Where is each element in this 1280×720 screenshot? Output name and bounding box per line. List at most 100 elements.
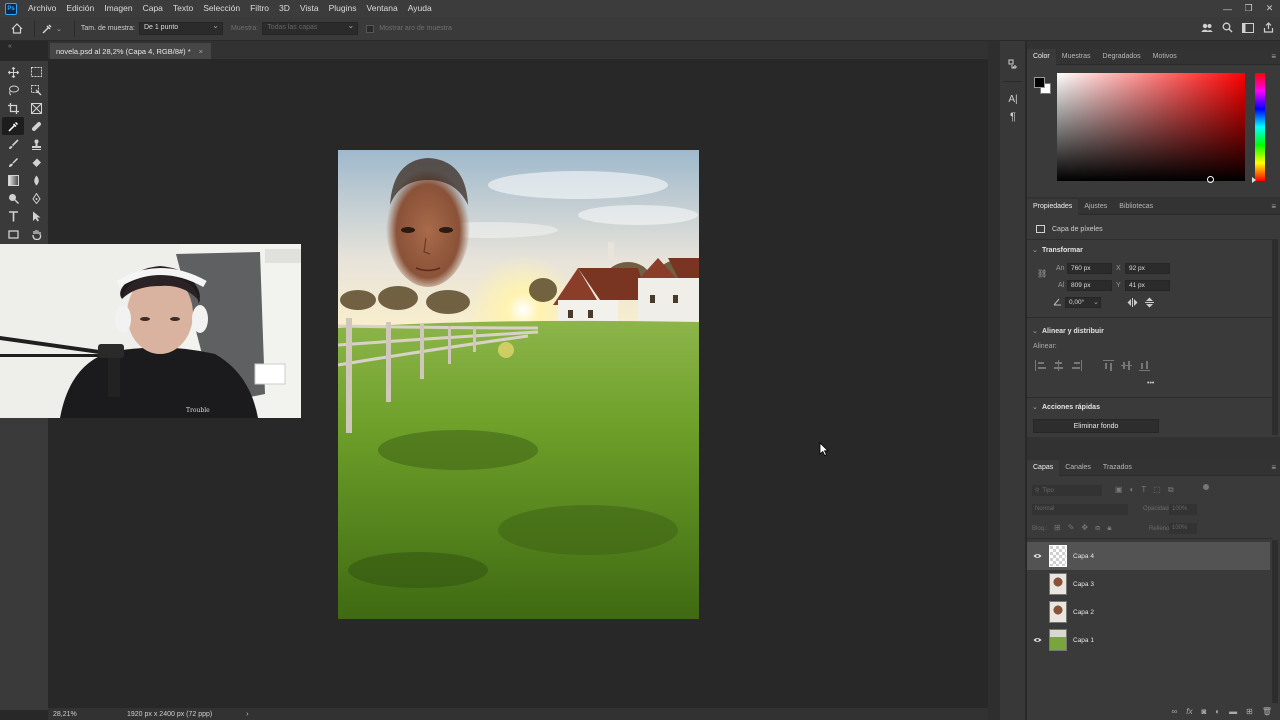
layer-style-icon[interactable]: fx [1186,707,1192,716]
opacity-field[interactable]: 100% [1169,504,1197,515]
lock-image-icon[interactable]: ✎ [1068,523,1075,533]
frame-tool-icon[interactable] [25,99,47,117]
dodge-tool-icon[interactable] [2,189,24,207]
visibility-eye-icon[interactable] [1027,553,1047,559]
clone-stamp-tool-icon[interactable] [25,135,47,153]
tab-canales[interactable]: Canales [1059,460,1097,476]
filter-toggle-icon[interactable] [1203,484,1209,490]
layer-name[interactable]: Capa 3 [1073,581,1094,588]
filter-pixel-icon[interactable]: ▣ [1115,485,1123,495]
layer-name[interactable]: Capa 1 [1073,637,1094,644]
filter-shape-icon[interactable]: ⬚ [1153,485,1161,495]
filter-adjustment-icon[interactable]: ◐ [1130,485,1135,495]
align-top-edges-icon[interactable] [1103,360,1114,371]
chevron-down-icon[interactable]: ⌄ [1093,298,1099,306]
menu-texto[interactable]: Texto [168,0,198,17]
hue-slider-handle[interactable] [1252,177,1256,183]
lock-artboard-icon[interactable]: ⧈ [1095,523,1100,533]
tab-color[interactable]: Color [1027,48,1056,65]
zoom-level[interactable]: 28,21% [53,711,93,718]
visibility-eye-icon[interactable] [1027,637,1047,643]
chevron-down-icon[interactable]: ⌄ [1032,327,1038,335]
delete-layer-icon[interactable]: 🗑︎ [1262,707,1272,716]
tab-motivos[interactable]: Motivos [1147,49,1183,65]
layer-filter[interactable]: ⚲ Tipo [1032,485,1102,496]
menu-edicion[interactable]: Edición [61,0,99,17]
collapse-arrows-left[interactable]: « [8,43,12,50]
panel-menu-icon[interactable]: ≡ [1271,202,1276,211]
blend-mode-select[interactable]: Normal [1032,504,1128,515]
menu-imagen[interactable]: Imagen [99,0,137,17]
search-icon[interactable] [1222,22,1233,36]
show-ring-checkbox[interactable] [366,24,375,33]
layer-row[interactable]: Capa 4 [1027,542,1270,570]
hand-tool-icon[interactable] [25,225,47,243]
close-button[interactable]: ✕ [1259,0,1280,17]
minimize-button[interactable]: — [1217,0,1238,17]
tab-muestras[interactable]: Muestras [1056,49,1097,65]
panel-divider[interactable] [988,41,1000,720]
tab-bibliotecas[interactable]: Bibliotecas [1113,199,1159,215]
flip-horizontal-icon[interactable] [1127,298,1138,309]
eyedropper-tool-icon[interactable] [2,117,24,135]
layer-name[interactable]: Capa 2 [1073,609,1094,616]
color-field-picker[interactable] [1207,176,1214,183]
sample-size-select[interactable]: De 1 punto [138,21,223,35]
paragraph-panel-icon[interactable]: ¶ [1000,108,1026,126]
tab-degradados[interactable]: Degradados [1097,49,1147,65]
workspace-icon[interactable] [1242,22,1254,36]
chevron-down-icon[interactable]: ⌄ [1032,246,1038,254]
filter-smart-object-icon[interactable]: ⧉ [1168,485,1174,495]
new-group-icon[interactable]: ▬ [1229,707,1237,716]
layer-row[interactable]: Capa 2 [1027,598,1270,626]
sample-select[interactable]: Todas las capas [262,21,359,35]
eyedropper-preset-icon[interactable]: ⌄ [41,23,62,35]
crop-tool-icon[interactable] [2,99,24,117]
layer-name[interactable]: Capa 4 [1073,553,1094,560]
type-tool-icon[interactable] [2,207,24,225]
link-dimensions-icon[interactable]: ⛓ [1037,269,1047,278]
layer-row[interactable]: Capa 1 [1027,626,1270,654]
path-selection-tool-icon[interactable] [25,207,47,225]
menu-plugins[interactable]: Plugins [324,0,362,17]
add-mask-icon[interactable]: ◙ [1201,707,1206,716]
remove-background-button[interactable]: Eliminar fondo [1033,419,1159,433]
close-tab-icon[interactable]: × [199,47,203,56]
menu-3d[interactable]: 3D [274,0,295,17]
more-options-button[interactable]: ••• [1147,380,1154,387]
x-field[interactable]: 92 px [1125,263,1170,274]
menu-ventana[interactable]: Ventana [362,0,403,17]
new-layer-icon[interactable]: ⊞ [1246,707,1253,716]
menu-seleccion[interactable]: Selección [198,0,245,17]
quick-actions-title[interactable]: Acciones rápidas [1042,404,1100,411]
panel-menu-icon[interactable]: ≡ [1271,52,1276,61]
layers-scrollbar[interactable] [1272,540,1278,710]
align-left-edges-icon[interactable] [1035,360,1046,371]
align-vertical-centers-icon[interactable] [1121,360,1132,371]
menu-archivo[interactable]: Archivo [23,0,61,17]
align-bottom-edges-icon[interactable] [1139,360,1150,371]
object-select-tool-icon[interactable] [25,81,47,99]
panel-menu-icon[interactable]: ≡ [1271,463,1276,472]
share-icon[interactable] [1263,22,1274,36]
menu-ayuda[interactable]: Ayuda [403,0,437,17]
blur-tool-icon[interactable] [25,171,47,189]
gradient-tool-icon[interactable] [2,171,24,189]
link-layers-icon[interactable]: ∞ [1172,707,1178,716]
y-field[interactable]: 41 px [1125,280,1170,291]
fill-field[interactable]: 100% [1169,523,1197,534]
tab-propiedades[interactable]: Propiedades [1027,198,1079,215]
move-tool-icon[interactable] [2,63,24,81]
character-panel-icon[interactable]: A| [1000,90,1026,108]
history-brush-tool-icon[interactable] [2,153,24,171]
menu-capa[interactable]: Capa [138,0,168,17]
align-right-edges-icon[interactable] [1071,360,1082,371]
tab-capas[interactable]: Capas [1027,459,1060,476]
menu-vista[interactable]: Vista [295,0,324,17]
adjustment-layer-icon[interactable]: ◐ [1215,707,1220,716]
height-field[interactable]: 809 px [1067,280,1112,291]
chevron-down-icon[interactable]: ⌄ [1032,403,1038,411]
home-icon[interactable] [6,17,28,41]
lock-transparency-icon[interactable]: ⊞ [1054,523,1061,533]
status-expand-arrow-icon[interactable]: › [246,711,248,718]
